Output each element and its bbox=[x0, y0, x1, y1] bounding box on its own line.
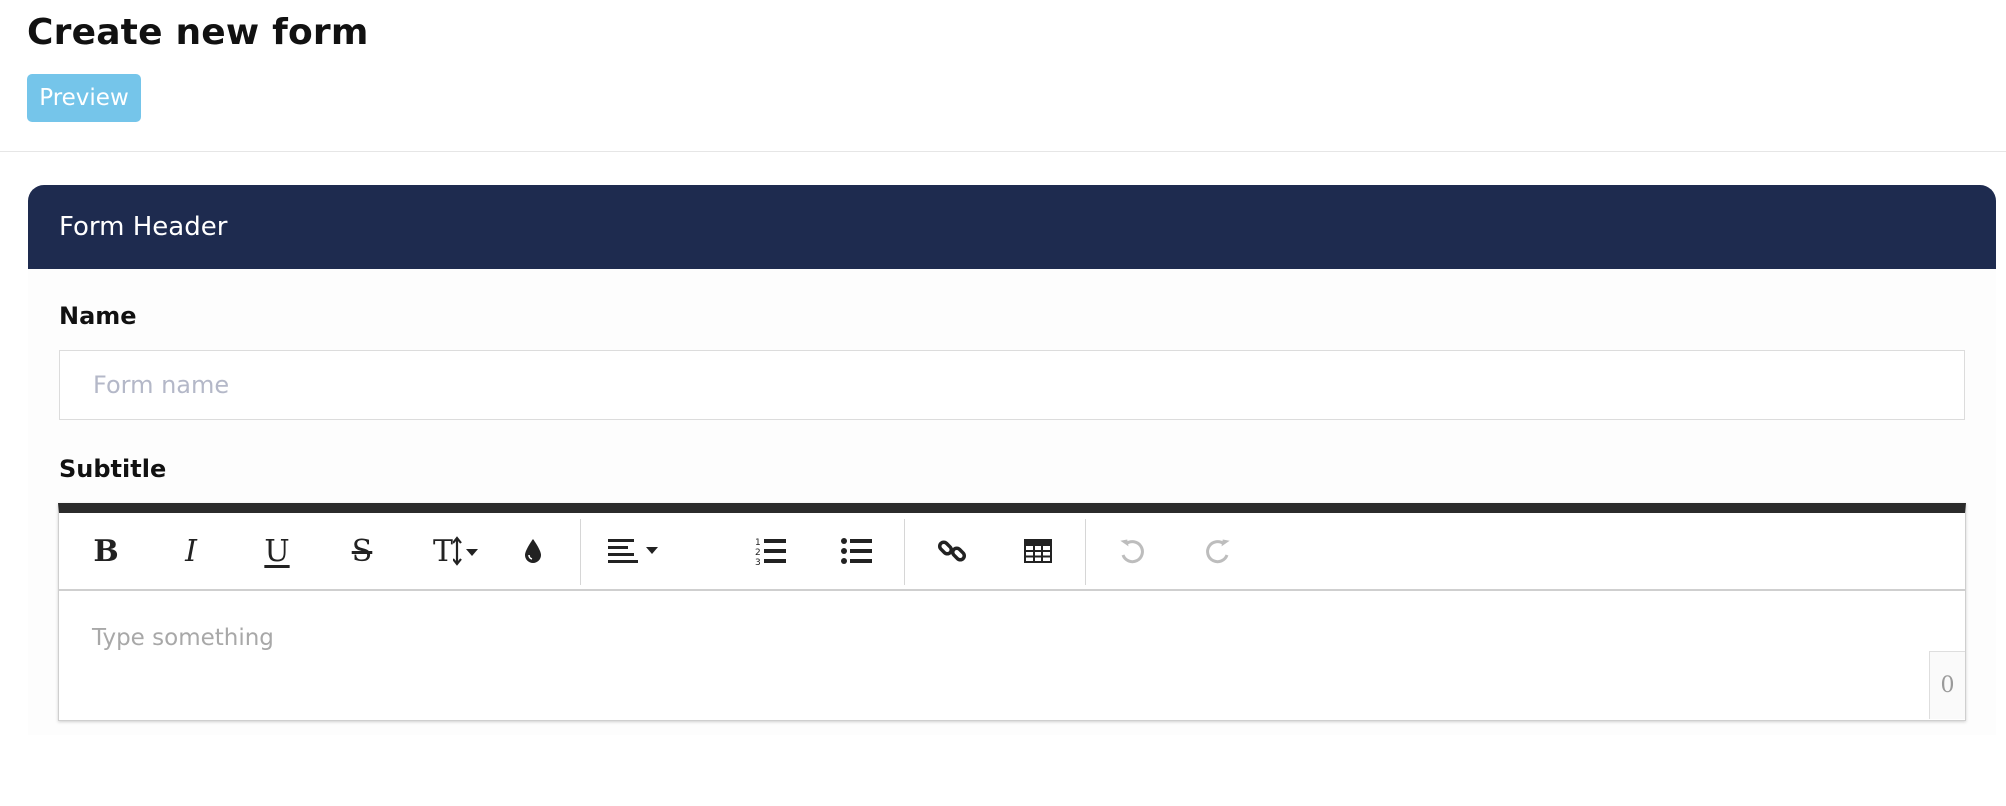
card-header: Form Header bbox=[28, 185, 1996, 269]
svg-text:3: 3 bbox=[755, 558, 761, 566]
name-label: Name bbox=[59, 302, 137, 330]
align-button[interactable] bbox=[599, 523, 669, 579]
unordered-list-button[interactable] bbox=[829, 523, 885, 579]
subtitle-editor: B I U S T 1 2 3 Type something 0 bbox=[58, 503, 1966, 721]
undo-icon bbox=[1120, 539, 1144, 564]
toolbar-separator bbox=[1085, 519, 1086, 585]
font-size-icon: T bbox=[432, 533, 453, 569]
page-title: Create new form bbox=[27, 12, 369, 53]
toolbar-separator bbox=[904, 519, 905, 585]
redo-button[interactable] bbox=[1190, 523, 1246, 579]
form-name-input[interactable] bbox=[59, 350, 1965, 420]
ordered-list-button[interactable]: 1 2 3 bbox=[743, 523, 799, 579]
font-size-button[interactable]: T bbox=[421, 523, 491, 579]
text-color-icon bbox=[525, 539, 541, 563]
italic-button[interactable]: I bbox=[163, 523, 219, 579]
strikethrough-icon: S bbox=[351, 533, 373, 569]
table-button[interactable] bbox=[1010, 523, 1066, 579]
svg-text:2: 2 bbox=[755, 548, 761, 558]
bold-button[interactable]: B bbox=[78, 523, 134, 579]
editor-toolbar: B I U S T 1 2 3 bbox=[59, 513, 1965, 591]
font-size-arrows-icon bbox=[453, 536, 478, 566]
redo-icon bbox=[1206, 539, 1230, 564]
text-color-button[interactable] bbox=[505, 523, 561, 579]
ordered-list-icon: 1 2 3 bbox=[755, 538, 786, 566]
page-header: Create new form Preview bbox=[0, 0, 2006, 152]
toolbar-separator bbox=[580, 519, 581, 585]
link-icon bbox=[937, 540, 967, 562]
link-button[interactable] bbox=[924, 523, 980, 579]
undo-button[interactable] bbox=[1104, 523, 1160, 579]
underline-icon: U bbox=[264, 533, 290, 569]
form-card: Form Header Name Subtitle B I U S T bbox=[28, 185, 1996, 735]
character-count: 0 bbox=[1929, 651, 1965, 719]
editor-placeholder: Type something bbox=[92, 625, 274, 651]
unordered-list-icon bbox=[841, 538, 872, 564]
italic-icon: I bbox=[185, 533, 197, 569]
subtitle-label: Subtitle bbox=[59, 455, 167, 483]
bold-icon: B bbox=[93, 533, 119, 569]
align-icon bbox=[608, 539, 658, 563]
strikethrough-button[interactable]: S bbox=[334, 523, 390, 579]
underline-button[interactable]: U bbox=[249, 523, 305, 579]
editor-content-area[interactable]: Type something 0 bbox=[59, 591, 1965, 719]
table-icon bbox=[1024, 539, 1052, 563]
card-header-title: Form Header bbox=[59, 212, 228, 242]
svg-text:1: 1 bbox=[755, 538, 761, 548]
preview-button[interactable]: Preview bbox=[27, 74, 141, 122]
